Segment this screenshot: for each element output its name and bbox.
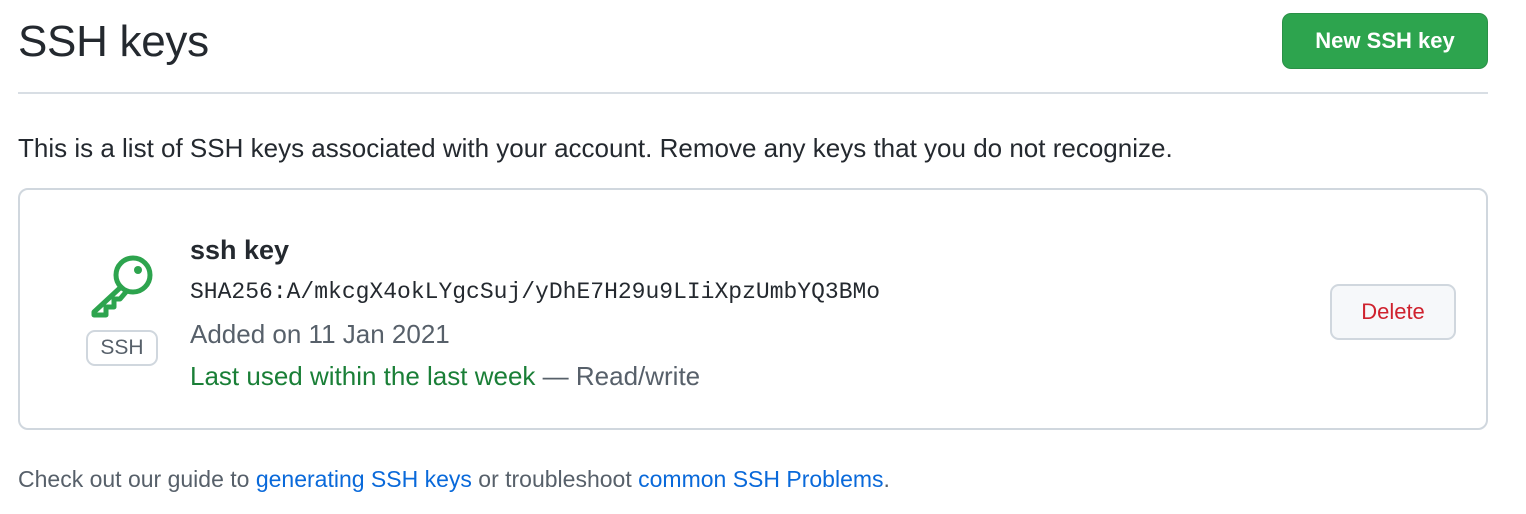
key-title: ssh key (190, 235, 290, 265)
key-access: — Read/write (535, 361, 701, 391)
page-title: SSH keys (18, 17, 209, 66)
header-divider (18, 92, 1488, 94)
footer-middle: or troubleshoot (471, 466, 639, 492)
new-ssh-key-button[interactable]: New SSH key (1282, 13, 1488, 69)
key-added-date: Added on 11 Jan 2021 (190, 319, 450, 349)
ssh-key-card: SSH ssh key SHA256:A/mkcgX4okLYgcSuj/yDh… (18, 188, 1488, 430)
key-usage: Last used within the last week — Read/wr… (190, 358, 700, 394)
common-ssh-problems-link[interactable]: common SSH Problems (638, 466, 883, 492)
key-icon (86, 252, 156, 318)
footer-suffix: . (883, 466, 890, 492)
intro-text: This is a list of SSH keys associated wi… (18, 133, 1173, 163)
footer-help-text: Check out our guide to generating SSH ke… (18, 462, 890, 496)
key-type-badge: SSH (86, 330, 158, 366)
key-fingerprint: SHA256:A/mkcgX4okLYgcSuj/yDhE7H29u9LIiXp… (190, 279, 881, 305)
key-last-used: Last used within the last week (190, 361, 536, 391)
footer-prefix: Check out our guide to (18, 466, 256, 492)
delete-key-button[interactable]: Delete (1330, 284, 1456, 340)
generating-ssh-keys-link[interactable]: generating SSH keys (256, 466, 472, 492)
